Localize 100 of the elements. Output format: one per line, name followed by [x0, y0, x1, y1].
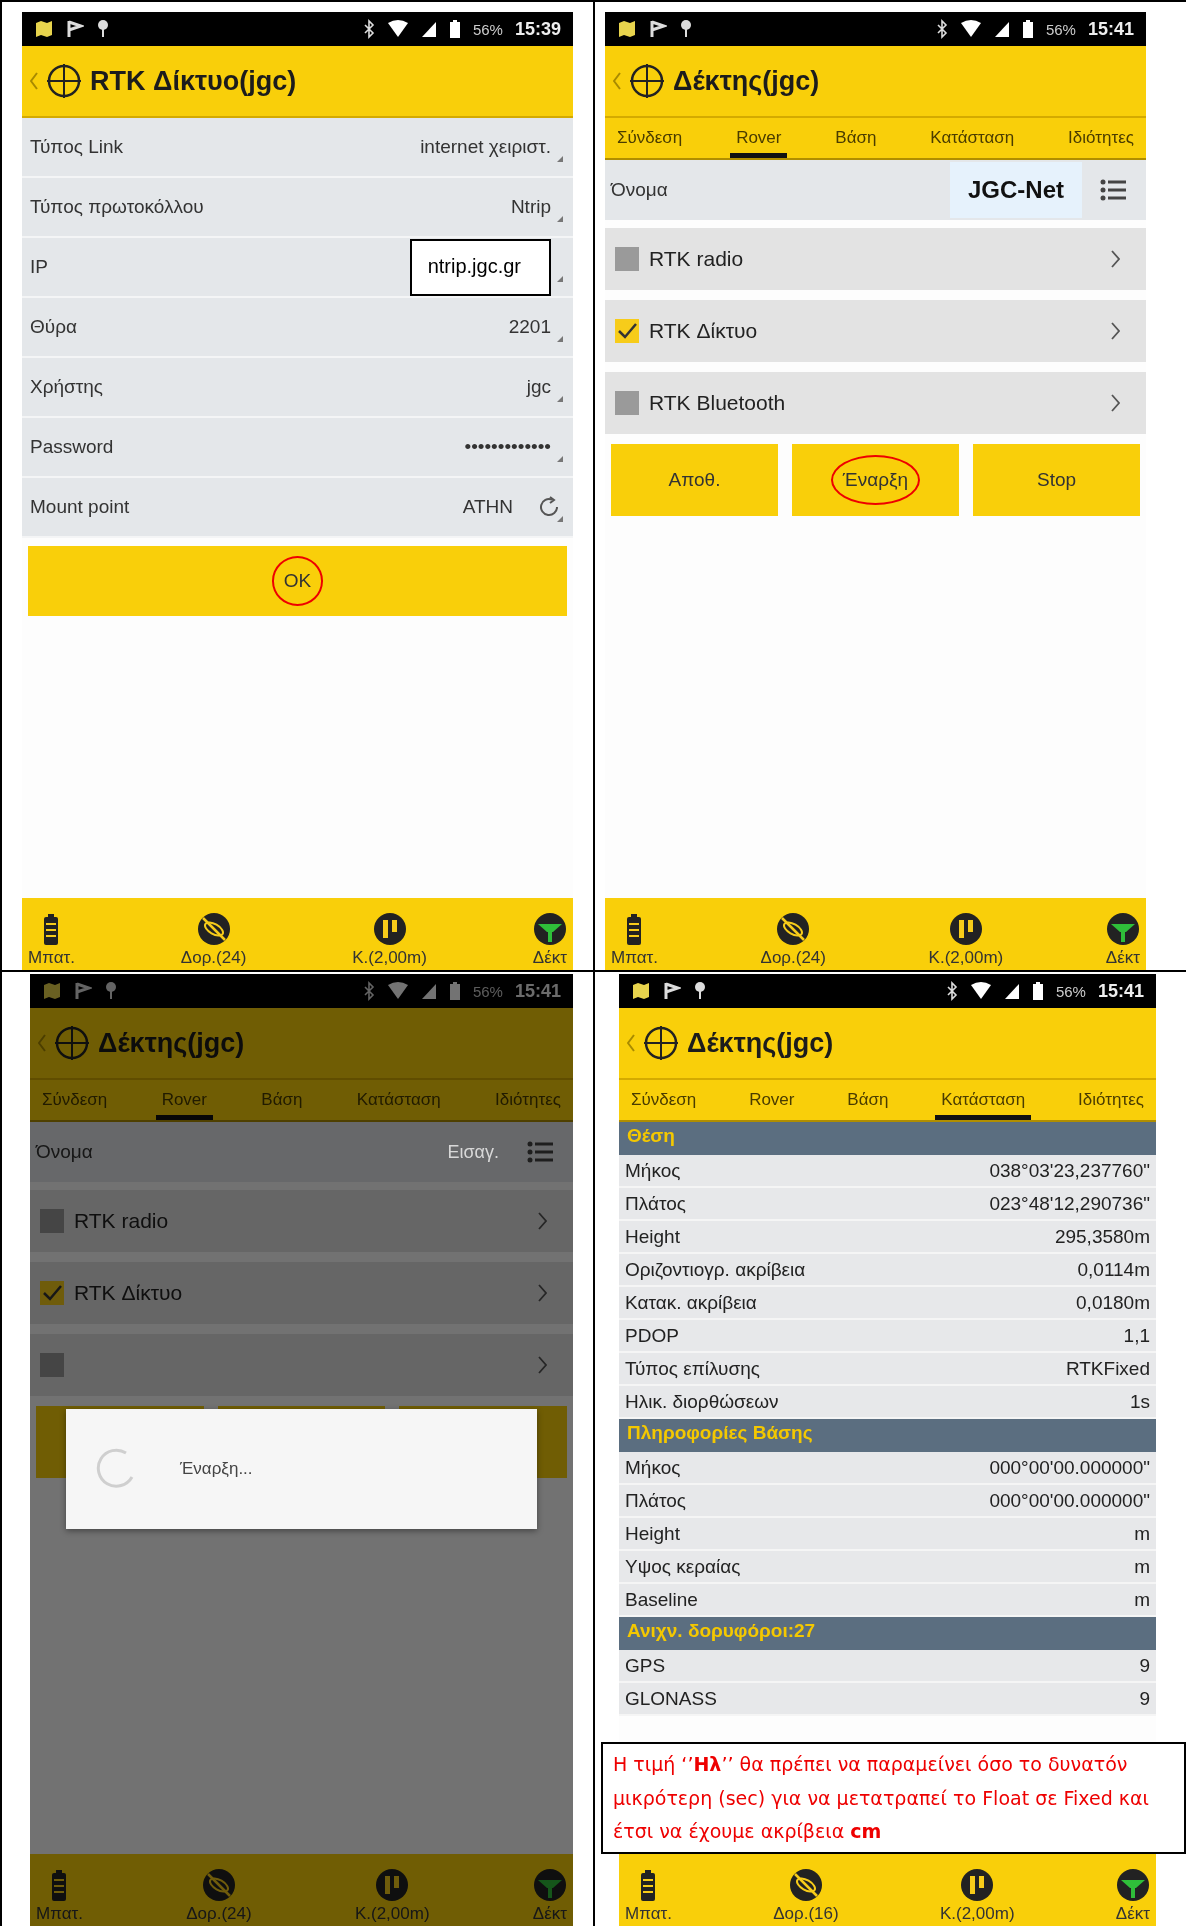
option-row[interactable]: RTK Δίκτυο	[605, 300, 1146, 362]
nav-item[interactable]: Δέκτ	[1105, 898, 1140, 970]
row-label: Μήκος	[625, 1159, 681, 1182]
checkbox[interactable]	[615, 319, 639, 343]
dropdown-corner-icon	[557, 336, 563, 342]
name-label: Όνομα	[36, 1141, 94, 1163]
battery-icon	[51, 1870, 68, 1902]
action-button[interactable]: Αποθ.	[611, 444, 778, 516]
option-label: RTK radio	[649, 247, 744, 271]
field-value[interactable]: ntrip.jgc.gr	[409, 238, 551, 296]
satellite-off-icon	[788, 1868, 823, 1902]
nav-item[interactable]: Μπατ.	[611, 898, 658, 970]
battery-percent: 56%	[472, 20, 503, 38]
tab[interactable]: Rover	[743, 1080, 801, 1120]
antenna-icon	[1105, 912, 1140, 946]
checkbox[interactable]	[40, 1353, 64, 1377]
action-button[interactable]: Stop	[973, 444, 1140, 516]
action-button[interactable]: Έναρξη	[792, 444, 959, 516]
checkbox[interactable]	[615, 391, 639, 415]
bluetooth-icon	[945, 981, 958, 1001]
nav-item[interactable]: Δορ.(24)	[180, 898, 247, 970]
battery-icon	[448, 19, 461, 39]
nav-item[interactable]: Κ.(2,00m)	[939, 1854, 1015, 1926]
nav-item[interactable]: Κ.(2,00m)	[928, 898, 1004, 970]
battery-icon	[448, 981, 461, 1001]
map-icon	[42, 981, 62, 1001]
back-chevron-icon[interactable]	[627, 1034, 635, 1052]
row-label: Baseline	[625, 1588, 698, 1611]
tab[interactable]: Βάση	[829, 118, 883, 158]
dropdown-corner-icon	[557, 156, 563, 162]
screen-title: Δέκτης(jgc)	[98, 1027, 245, 1059]
checkbox[interactable]	[40, 1281, 64, 1305]
satellite-off-icon	[201, 1868, 236, 1902]
dropdown-corner-icon	[557, 396, 563, 402]
pin-icon	[693, 981, 707, 1001]
field-value[interactable]: Ntrip	[510, 196, 551, 218]
row-label: Height	[625, 1225, 680, 1248]
tab[interactable]: Σύνδεση	[611, 118, 689, 158]
row-value: 000°00'00.000000"	[989, 1489, 1150, 1512]
field-value[interactable]: internet χειριστ.	[420, 136, 551, 158]
wifi-icon	[969, 982, 992, 1000]
signal-icon	[1003, 982, 1020, 1000]
field-value[interactable]: 2201	[508, 316, 551, 338]
nav-item[interactable]: Δέκτ	[532, 898, 567, 970]
receiver-icon	[948, 912, 983, 946]
tab[interactable]: Κατάσταση	[924, 118, 1021, 158]
name-value[interactable]: JGC-Net	[950, 162, 1082, 218]
satellite-off-icon	[776, 912, 811, 946]
checkbox[interactable]	[40, 1209, 64, 1233]
dropdown-corner-icon	[557, 456, 563, 462]
tab[interactable]: Ιδιότητες	[1062, 118, 1140, 158]
option-row[interactable]: RTK Bluetooth	[605, 372, 1146, 434]
option-row[interactable]: RTK radio	[605, 228, 1146, 290]
flag-icon	[649, 19, 667, 39]
flag-icon	[663, 981, 681, 1001]
row-value: 9	[1139, 1687, 1150, 1710]
annotation-note: Η τιμή ‘’Ηλ’’ θα πρέπει να παραμείνει όσο το δυνατόν μικρότερη (sec) για να μετατραπεί το Float σε Fixed και έτσι να έχουμε ακρίβεια cm	[601, 1742, 1186, 1854]
nav-item[interactable]: Δορ.(16)	[773, 1854, 839, 1926]
nav-item[interactable]: Δέκτ	[1115, 1854, 1150, 1926]
crosshair-icon	[643, 1025, 679, 1061]
dialog-message: Έναρξη...	[180, 1459, 253, 1479]
field-label: Mount point	[30, 496, 131, 518]
list-icon[interactable]	[1100, 179, 1126, 201]
map-icon	[631, 981, 651, 1001]
option-label: RTK Δίκτυο	[649, 319, 758, 343]
row-value: 9	[1139, 1654, 1150, 1677]
row-label: Υψος κεραίας	[625, 1555, 741, 1578]
back-chevron-icon[interactable]	[38, 1034, 46, 1052]
field-value[interactable]: jgc	[526, 376, 551, 398]
back-chevron-icon[interactable]	[30, 72, 38, 90]
refresh-icon[interactable]	[537, 495, 561, 519]
battery-icon	[640, 1870, 657, 1902]
nav-item[interactable]: Μπατ.	[28, 898, 75, 970]
option-label: RTK radio	[74, 1209, 169, 1233]
row-value: 038°03'23,237760"	[989, 1159, 1150, 1182]
row-label: Μήκος	[625, 1456, 681, 1479]
name-field[interactable]: Εισαγ.	[447, 1141, 509, 1163]
row-value: 1s	[1129, 1390, 1150, 1413]
clock-time: 15:39	[514, 18, 561, 40]
section-header: Πληροφορίες Βάσης	[619, 1419, 1156, 1452]
field-value[interactable]: ATHN	[462, 496, 513, 518]
field-value[interactable]: •••••••••••••	[464, 436, 551, 458]
map-icon	[34, 19, 54, 39]
row-label: Πλάτος	[625, 1192, 686, 1215]
row-value: m	[1134, 1522, 1150, 1545]
tab[interactable]: Σύνδεση	[625, 1080, 703, 1120]
receiver-icon	[372, 912, 407, 946]
checkbox[interactable]	[615, 247, 639, 271]
nav-item[interactable]: Κ.(2,00m)	[352, 898, 427, 970]
flag-icon	[66, 19, 84, 39]
signal-icon	[420, 20, 437, 38]
signal-icon	[993, 20, 1010, 38]
row-value: 0,0114m	[1077, 1258, 1150, 1281]
ok-button[interactable]: OK	[28, 546, 567, 616]
tab[interactable]: Ιδιότητες	[1072, 1080, 1150, 1120]
nav-item[interactable]: Δορ.(24)	[760, 898, 826, 970]
tab[interactable]: Βάση	[841, 1080, 895, 1120]
back-chevron-icon[interactable]	[613, 72, 621, 90]
nav-item[interactable]: Μπατ.	[625, 1854, 672, 1926]
option-label: RTK Bluetooth	[649, 391, 786, 415]
